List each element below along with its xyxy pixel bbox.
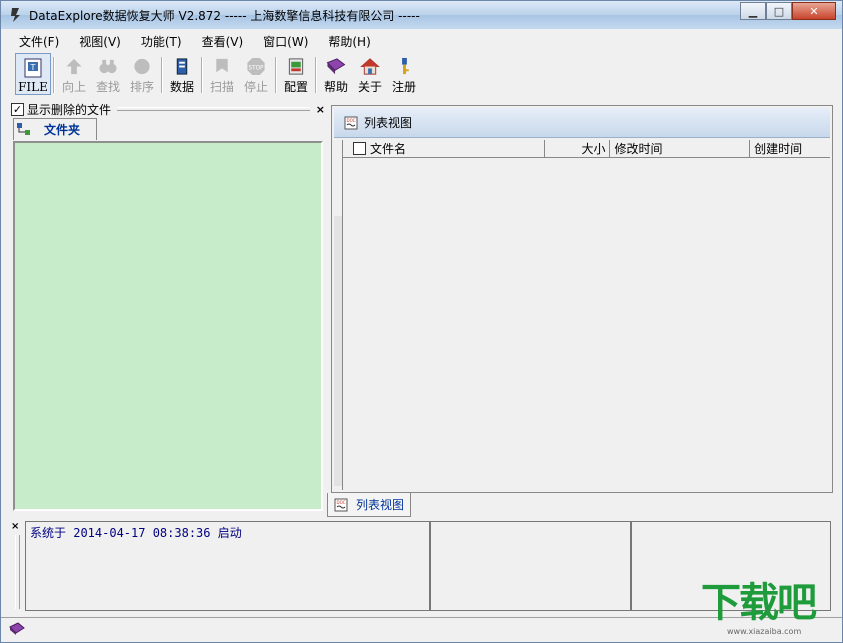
show-deleted-label: 显示删除的文件 [27, 102, 112, 117]
column-filename-label: 文件名 [370, 142, 407, 156]
stop-button[interactable]: STOP 停止 [239, 53, 273, 95]
key-icon [402, 57, 409, 75]
toolbar-separator [201, 57, 203, 93]
show-deleted-checkbox[interactable]: ✓ [11, 102, 24, 116]
list-view-title: 列表视图 [364, 116, 413, 130]
toolbar-separator [53, 57, 55, 93]
find-button[interactable]: 查找 [91, 53, 125, 95]
scan-icon [216, 58, 228, 73]
column-created-time[interactable]: 创建时间 [750, 140, 830, 157]
stop-button-label: 停止 [243, 80, 268, 94]
maximize-button[interactable]: □ [766, 2, 792, 20]
sort-icon [134, 58, 150, 75]
database-icon [176, 58, 188, 75]
folder-panel: ✓ 显示删除的文件 × 文件夹 [11, 101, 325, 513]
menu-help[interactable]: 帮助(H) [318, 31, 380, 51]
file-button[interactable]: T FILE [15, 53, 51, 95]
scan-button-label: 扫描 [209, 80, 234, 94]
document-icon: DOC [344, 116, 358, 129]
watermark-url: www.xiazaiba.com [727, 627, 802, 636]
file-list[interactable]: 文件名 大小 修改时间 创建时间 [342, 140, 830, 490]
folder-panel-header: ✓ 显示删除的文件 × [11, 101, 325, 117]
title-bar[interactable]: DataExplore数据恢复大师 V2.872 ----- 上海数擎信息科技有… [1, 1, 842, 29]
register-button[interactable]: 注册 [387, 53, 421, 95]
help-book-icon [326, 58, 346, 75]
binoculars-icon [99, 59, 117, 74]
file-list-header: 文件名 大小 修改时间 创建时间 [343, 140, 830, 158]
column-filename[interactable]: 文件名 [343, 140, 545, 157]
tab-folders-label: 文件夹 [44, 123, 81, 137]
window-controls: ▁ □ ✕ [740, 2, 836, 20]
menu-window[interactable]: 窗口(W) [253, 31, 318, 51]
scan-button[interactable]: 扫描 [205, 53, 239, 95]
sort-button[interactable]: 排序 [125, 53, 159, 95]
log-pane-middle [430, 521, 631, 611]
log-pane-messages: 系统于 2014-04-17 08:38:36 启动 [25, 521, 430, 611]
menu-file[interactable]: 文件(F) [9, 31, 69, 51]
data-button-label: 数据 [169, 80, 194, 94]
file-icon: T [24, 58, 42, 78]
up-button[interactable]: 向上 [57, 53, 91, 95]
window-title: DataExplore数据恢复大师 V2.872 ----- 上海数擎信息科技有… [29, 9, 420, 23]
file-button-label: FILE [18, 80, 48, 94]
config-icon [288, 58, 304, 75]
toolbar: T FILE 向上 查找 排序 数据 扫描 STOP 停止 配置 帮助 关于 注… [15, 53, 421, 97]
log-line: 系统于 2014-04-17 08:38:36 启动 [30, 526, 242, 540]
close-button[interactable]: ✕ [792, 2, 836, 20]
watermark-logo: 下载吧 www.xiazaiba.com [701, 579, 841, 641]
toolbar-separator [315, 57, 317, 93]
toolbar-separator [275, 57, 277, 93]
app-window: DataExplore数据恢复大师 V2.872 ----- 上海数擎信息科技有… [0, 0, 843, 643]
help-button[interactable]: 帮助 [319, 53, 353, 95]
config-button[interactable]: 配置 [279, 53, 313, 95]
list-view-panel: DOC 列表视图 文件名 大小 修改时间 创建时间 [331, 105, 833, 493]
home-icon [360, 58, 380, 75]
app-logo-icon [11, 8, 20, 22]
register-button-label: 注册 [391, 80, 416, 94]
about-button[interactable]: 关于 [353, 53, 387, 95]
stop-sign-icon: STOP [247, 57, 265, 76]
log-grip[interactable] [15, 535, 20, 609]
svg-text:DOC: DOC [346, 118, 355, 123]
find-button-label: 查找 [95, 80, 120, 94]
folder-panel-close-icon[interactable]: × [316, 103, 325, 116]
up-icon [66, 58, 82, 75]
tab-list-view-label: 列表视图 [356, 498, 405, 512]
select-all-checkbox[interactable] [353, 142, 366, 155]
menu-inspect[interactable]: 查看(V) [192, 31, 254, 51]
config-button-label: 配置 [283, 80, 308, 94]
up-button-label: 向上 [61, 80, 86, 94]
help-button-label: 帮助 [323, 80, 348, 94]
list-view-header: DOC 列表视图 [334, 108, 830, 138]
folder-tree[interactable] [13, 141, 323, 511]
column-modified-time[interactable]: 修改时间 [610, 140, 751, 157]
sort-button-label: 排序 [129, 80, 154, 94]
column-size[interactable]: 大小 [545, 140, 611, 157]
menu-function[interactable]: 功能(T) [131, 31, 192, 51]
menu-view[interactable]: 视图(V) [69, 31, 131, 51]
tab-folders[interactable]: 文件夹 [13, 118, 97, 140]
list-vertical-scrollbar[interactable] [334, 216, 342, 486]
svg-text:STOP: STOP [249, 65, 265, 71]
tab-list-view[interactable]: DOC 列表视图 [327, 493, 411, 517]
menu-bar: 文件(F) 视图(V) 功能(T) 查看(V) 窗口(W) 帮助(H) [9, 31, 381, 51]
watermark-brand: 下载吧 [701, 580, 817, 626]
svg-text:DOC: DOC [336, 500, 345, 505]
folder-tree-icon [17, 122, 30, 135]
help-book-icon [9, 622, 25, 635]
log-close-icon[interactable]: × [11, 521, 19, 532]
minimize-button[interactable]: ▁ [740, 2, 766, 20]
about-button-label: 关于 [357, 80, 382, 94]
data-button[interactable]: 数据 [165, 53, 199, 95]
toolbar-separator [161, 57, 163, 93]
panel-grip[interactable] [117, 107, 310, 111]
svg-text:T: T [30, 63, 36, 72]
document-icon: DOC [334, 498, 348, 511]
